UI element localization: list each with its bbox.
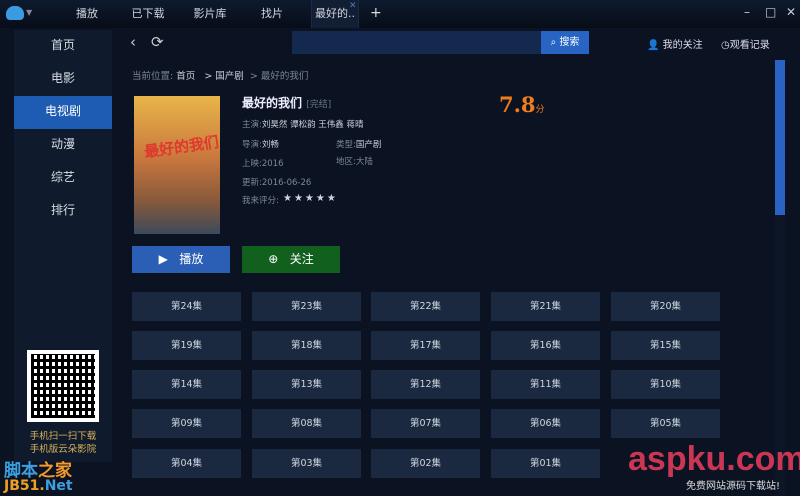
cloud-logo-icon[interactable] — [6, 6, 24, 20]
episode-button[interactable]: 第22集 — [371, 292, 480, 321]
tab-downloaded[interactable]: 已下载 — [113, 0, 183, 28]
plus-circle-icon: ⊕ — [268, 252, 290, 266]
episode-button[interactable]: 第03集 — [252, 449, 361, 478]
release-year: 上映:2016 — [242, 159, 284, 169]
close-icon[interactable]: ✕ — [786, 5, 796, 19]
episode-button[interactable]: 第15集 — [611, 331, 720, 360]
episode-button[interactable]: 第18集 — [252, 331, 361, 360]
qr-code — [27, 350, 99, 422]
breadcrumb-category[interactable]: > 国产剧 — [204, 71, 243, 82]
breadcrumb-home[interactable]: 首页 — [176, 71, 195, 82]
episode-button[interactable]: 第23集 — [252, 292, 361, 321]
title-bar: ▼ 播放 已下载 影片库 找片 最好的.. ✕ + – □ ✕ — [0, 0, 800, 28]
status-badge: [完结] — [306, 100, 332, 110]
episode-button[interactable]: 第12集 — [371, 370, 480, 399]
watermark: JB51.Net — [4, 478, 73, 494]
rating-stars[interactable]: ★★★★★ — [283, 193, 338, 204]
episode-button[interactable]: 第13集 — [252, 370, 361, 399]
cast: 主演:刘昊然 谭松韵 王伟鑫 蒋晴 — [242, 120, 364, 130]
user-icon: 👤 — [647, 40, 660, 51]
menu-caret-icon[interactable]: ▼ — [26, 8, 32, 17]
play-icon: ▶ — [158, 252, 180, 266]
sidebar-item-variety[interactable]: 综艺 — [14, 162, 112, 195]
episode-button[interactable]: 第05集 — [611, 409, 720, 438]
minimize-icon[interactable]: – — [744, 5, 750, 19]
episode-button[interactable]: 第06集 — [491, 409, 600, 438]
qr-caption: 手机版云朵影院 — [29, 444, 97, 455]
tab-find[interactable]: 找片 — [237, 0, 307, 28]
episode-button[interactable]: 第01集 — [491, 449, 600, 478]
episode-button[interactable]: 第11集 — [491, 370, 600, 399]
director: 导演:刘畅 — [242, 140, 279, 150]
qr-caption: 手机扫一扫下载 — [29, 431, 97, 442]
add-tab-icon[interactable]: + — [370, 5, 382, 21]
sidebar-item-ranking[interactable]: 排行 — [14, 195, 112, 228]
breadcrumb: 当前位置: 首页 > 国产剧 > 最好的我们 — [132, 71, 309, 82]
history-link[interactable]: ◷观看记录 — [721, 36, 770, 51]
refresh-icon[interactable]: ⟳ — [151, 33, 164, 51]
episode-button[interactable]: 第17集 — [371, 331, 480, 360]
tab-play[interactable]: 播放 — [52, 0, 122, 28]
search-input[interactable] — [292, 31, 541, 54]
back-icon[interactable]: ‹ — [130, 33, 136, 51]
follow-button[interactable]: ⊕ 关注 — [242, 246, 340, 273]
episode-button[interactable]: 第04集 — [132, 449, 241, 478]
clock-icon: ◷ — [721, 40, 730, 51]
poster-image: 最好的我们 — [134, 96, 220, 234]
scrollbar[interactable] — [775, 60, 785, 496]
episode-button[interactable]: 第21集 — [491, 292, 600, 321]
watermark: aspku.com — [628, 440, 800, 478]
episode-button[interactable]: 第08集 — [252, 409, 361, 438]
close-tab-icon[interactable]: ✕ — [349, 1, 357, 11]
update-date: 更新:2016-06-26 — [242, 178, 312, 188]
sidebar-item-tv[interactable]: 电视剧 — [14, 96, 112, 129]
score: 7.8分 — [499, 92, 545, 117]
sidebar-item-home[interactable]: 首页 — [14, 30, 112, 63]
region: 地区:大陆 — [336, 157, 373, 167]
genre: 类型:国产剧 — [336, 140, 382, 150]
episode-button[interactable]: 第19集 — [132, 331, 241, 360]
maximize-icon[interactable]: □ — [765, 5, 776, 19]
rating-label: 我来评分: — [242, 196, 279, 206]
show-title: 最好的我们 [完结] — [242, 96, 332, 110]
episode-button[interactable]: 第09集 — [132, 409, 241, 438]
my-follows-link[interactable]: 👤 我的关注 — [647, 36, 703, 51]
sidebar-item-movies[interactable]: 电影 — [14, 63, 112, 96]
search-button[interactable]: ⌕ 搜索 — [541, 31, 589, 54]
episode-button[interactable]: 第07集 — [371, 409, 480, 438]
episode-button[interactable]: 第24集 — [132, 292, 241, 321]
sidebar: 首页 电影 电视剧 动漫 综艺 排行 手机扫一扫下载 手机版云朵影院 — [14, 30, 112, 462]
watermark: 免费网站源码下载站! — [686, 481, 781, 492]
episode-button[interactable]: 第16集 — [491, 331, 600, 360]
scrollbar-thumb[interactable] — [775, 60, 785, 215]
episode-button[interactable]: 第02集 — [371, 449, 480, 478]
episode-button[interactable]: 第10集 — [611, 370, 720, 399]
play-button[interactable]: ▶ 播放 — [132, 246, 230, 273]
tab-library[interactable]: 影片库 — [175, 0, 245, 28]
episode-button[interactable]: 第20集 — [611, 292, 720, 321]
breadcrumb-current: > 最好的我们 — [249, 71, 309, 82]
episode-button[interactable]: 第14集 — [132, 370, 241, 399]
sidebar-item-anime[interactable]: 动漫 — [14, 129, 112, 162]
